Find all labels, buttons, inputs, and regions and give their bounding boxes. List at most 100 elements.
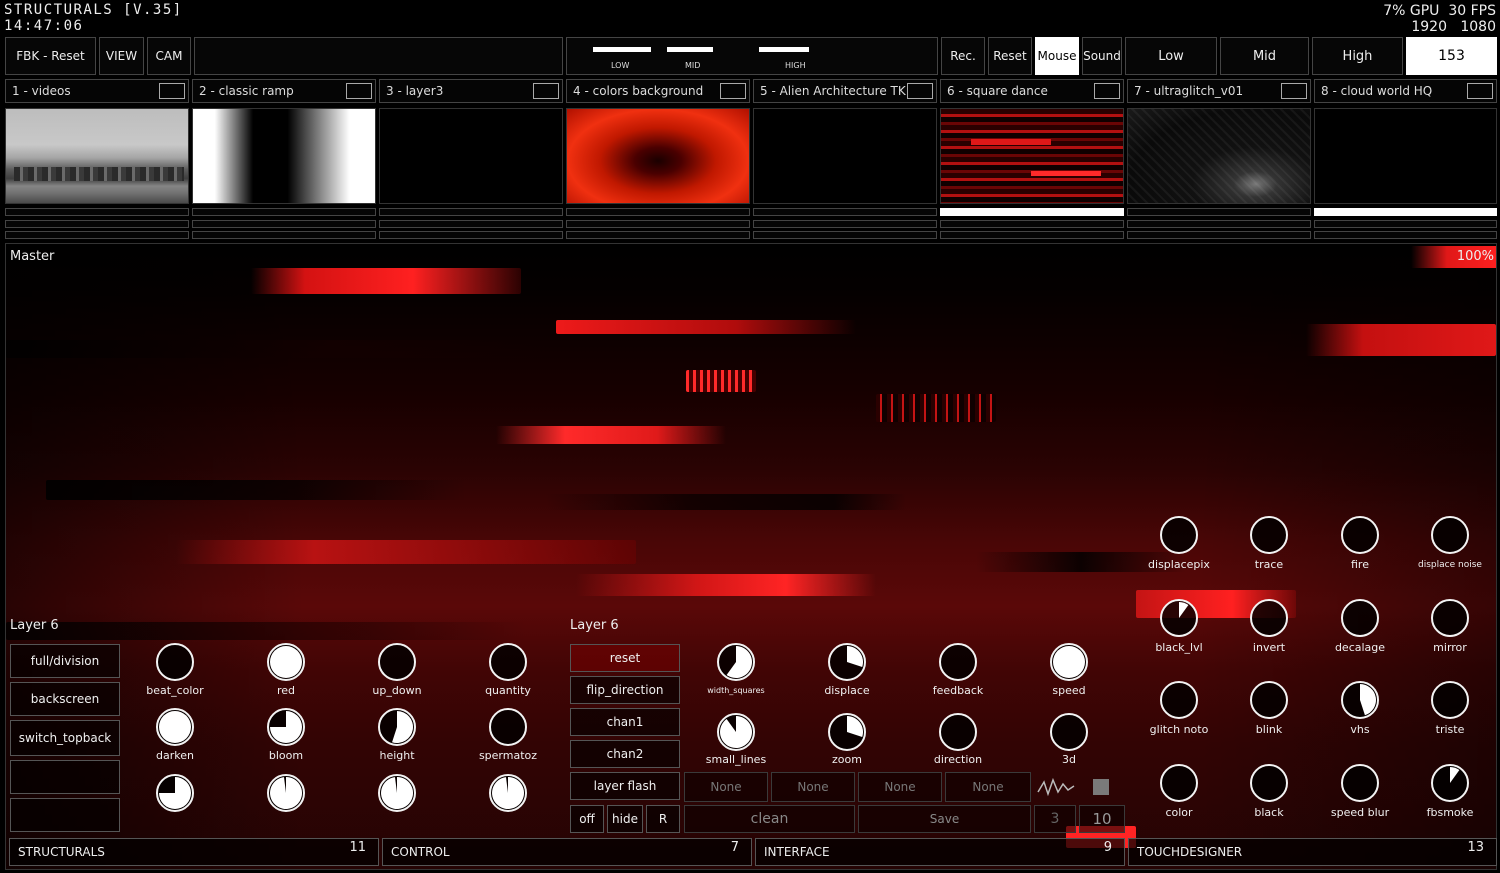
layer-slot[interactable] [566, 231, 750, 239]
width-squares-knob[interactable] [717, 643, 755, 681]
reset-layer-button[interactable]: reset [570, 644, 680, 672]
unlabeled-knob[interactable] [489, 774, 527, 812]
layer-slot[interactable] [1127, 231, 1311, 239]
displacepix-knob[interactable] [1160, 516, 1198, 554]
layer-tab-6[interactable]: 6 - square dance [940, 79, 1124, 103]
layer-slot[interactable] [566, 220, 750, 228]
chan2-button[interactable]: chan2 [570, 740, 680, 768]
stop-square-icon[interactable] [1093, 779, 1109, 795]
quantity-knob[interactable] [489, 643, 527, 681]
fbk-reset-button[interactable]: FBK - Reset [5, 37, 96, 75]
layer-checkbox[interactable] [159, 83, 185, 99]
unlabeled-knob[interactable] [378, 774, 416, 812]
black-knob[interactable] [1250, 764, 1288, 802]
up-down-knob[interactable] [378, 643, 416, 681]
layer-checkbox[interactable] [1467, 83, 1493, 99]
red-knob[interactable] [267, 643, 305, 681]
bloom-knob[interactable] [267, 708, 305, 746]
decalage-knob[interactable] [1341, 599, 1379, 637]
layer-flash-button[interactable]: layer flash [570, 772, 680, 800]
displace-noise-knob[interactable] [1431, 516, 1469, 554]
layer-tab-8[interactable]: 8 - cloud world HQ [1314, 79, 1497, 103]
layer-slot[interactable] [940, 231, 1124, 239]
layer-slot[interactable] [192, 208, 376, 216]
layer-slot[interactable] [753, 231, 937, 239]
high-button[interactable]: High [1312, 37, 1403, 75]
full-division-button[interactable]: full/division [10, 644, 120, 678]
low-button[interactable]: Low [1125, 37, 1217, 75]
footer-tab-control[interactable]: CONTROL 7 [382, 838, 752, 866]
footer-tab-interface[interactable]: INTERFACE 9 [755, 838, 1125, 866]
speed-knob[interactable] [1050, 643, 1088, 681]
darken-knob[interactable] [156, 708, 194, 746]
source-select-1[interactable]: None [684, 772, 768, 802]
spermatoz-knob[interactable] [489, 708, 527, 746]
speed-blur-knob[interactable] [1341, 764, 1379, 802]
layer-thumbnail-cloud-world[interactable] [1314, 108, 1497, 204]
layer-tab-4[interactable]: 4 - colors background [566, 79, 750, 103]
layer-slot[interactable] [5, 208, 189, 216]
sound-button[interactable]: Sound [1082, 37, 1122, 75]
hide-button[interactable]: hide [607, 805, 643, 833]
layer-checkbox[interactable] [1281, 83, 1307, 99]
chan1-button[interactable]: chan1 [570, 708, 680, 736]
layer-slot[interactable] [5, 220, 189, 228]
color-knob[interactable] [1160, 764, 1198, 802]
glitch-noto-knob[interactable] [1160, 681, 1198, 719]
counter-field[interactable]: 153 [1406, 37, 1497, 75]
small-lines-knob[interactable] [717, 713, 755, 751]
layer-slot[interactable] [753, 208, 937, 216]
layer-checkbox[interactable] [720, 83, 746, 99]
mirror-knob[interactable] [1431, 599, 1469, 637]
switch-topback-button[interactable]: switch_topback [10, 720, 120, 756]
master-opacity[interactable]: 100% [1457, 249, 1494, 264]
layer-slot[interactable] [1314, 220, 1497, 228]
unlabeled-knob[interactable] [267, 774, 305, 812]
flip-direction-button[interactable]: flip_direction [570, 676, 680, 704]
layer-checkbox[interactable] [1094, 83, 1120, 99]
layer-slot-active[interactable] [1314, 208, 1497, 216]
displace-knob[interactable] [828, 643, 866, 681]
layer-slot[interactable] [192, 231, 376, 239]
layer-slot[interactable] [940, 220, 1124, 228]
mouse-button[interactable]: Mouse [1035, 37, 1079, 75]
mid-button[interactable]: Mid [1220, 37, 1309, 75]
feedback-knob[interactable] [939, 643, 977, 681]
layer-tab-3[interactable]: 3 - layer3 [379, 79, 563, 103]
empty-slot-button[interactable] [10, 760, 120, 794]
footer-tab-structurals[interactable]: STRUCTURALS 11 [9, 838, 379, 866]
cam-button[interactable]: CAM [147, 37, 191, 75]
triste-knob[interactable] [1431, 681, 1469, 719]
clean-button[interactable]: clean [684, 805, 855, 833]
height-knob[interactable] [378, 708, 416, 746]
empty-slot-button[interactable] [10, 798, 120, 832]
rec-button[interactable]: Rec. [941, 37, 985, 75]
layer-thumbnail-square-dance[interactable] [940, 108, 1124, 204]
layer-thumbnail-alien-architecture[interactable] [753, 108, 937, 204]
layer-checkbox[interactable] [907, 83, 933, 99]
fbsmoke-knob[interactable] [1431, 764, 1469, 802]
waveform-icon[interactable] [1036, 774, 1076, 800]
fire-knob[interactable] [1341, 516, 1379, 554]
layer-thumbnail-classic-ramp[interactable] [192, 108, 376, 204]
vhs-knob[interactable] [1341, 681, 1379, 719]
layer-slot[interactable] [1314, 231, 1497, 239]
layer-thumbnail-layer3[interactable] [379, 108, 563, 204]
layer-slot[interactable] [1127, 208, 1311, 216]
layer-thumbnail-colors-background[interactable] [566, 108, 750, 204]
layer-slot[interactable] [753, 220, 937, 228]
layer-slot[interactable] [5, 231, 189, 239]
unlabeled-knob[interactable] [156, 774, 194, 812]
blink-knob[interactable] [1250, 681, 1288, 719]
save-button[interactable]: Save [858, 805, 1031, 833]
zoom-knob[interactable] [828, 713, 866, 751]
layer-tab-7[interactable]: 7 - ultraglitch_v01 [1127, 79, 1311, 103]
off-button[interactable]: off [570, 805, 604, 833]
layer-slot[interactable] [379, 220, 563, 228]
layer-tab-1[interactable]: 1 - videos [5, 79, 189, 103]
preset-number-a[interactable]: 3 [1034, 805, 1076, 833]
trace-knob[interactable] [1250, 516, 1288, 554]
layer-slot[interactable] [192, 220, 376, 228]
layer-slot[interactable] [1127, 220, 1311, 228]
direction-knob[interactable] [939, 713, 977, 751]
